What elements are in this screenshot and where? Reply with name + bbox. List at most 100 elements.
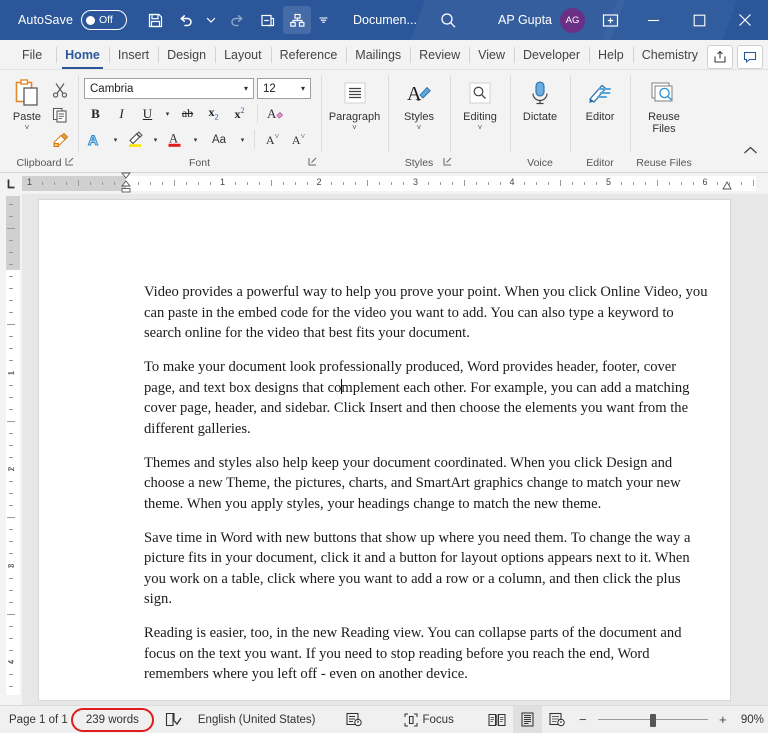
horizontal-ruler[interactable]: 1 1 2 3 4 5 6	[22, 172, 756, 193]
tab-view[interactable]: View	[469, 41, 514, 69]
highlight-chevron-down-icon[interactable]: ▾	[150, 136, 161, 144]
minimize-icon[interactable]	[630, 0, 676, 40]
proofing-check-icon[interactable]	[158, 706, 189, 733]
tab-home[interactable]: Home	[56, 41, 109, 69]
ribbon-display-options-icon[interactable]	[601, 11, 620, 30]
styles-button[interactable]: A Styles ˅	[394, 75, 444, 132]
tab-review[interactable]: Review	[410, 41, 469, 69]
tab-mailings[interactable]: Mailings	[346, 41, 410, 69]
tab-insert[interactable]: Insert	[108, 41, 158, 69]
font-color-chevron-down-icon[interactable]: ▾	[190, 136, 201, 144]
paragraph-2[interactable]: To make your document look professionall…	[144, 357, 710, 439]
account-area[interactable]: AP Gupta AG	[498, 7, 585, 33]
hierarchy-icon[interactable]	[283, 6, 312, 34]
paragraph-5[interactable]: Reading is easier, too, in the new Readi…	[144, 623, 710, 685]
superscript-button[interactable]: x2	[228, 102, 251, 125]
tab-layout[interactable]: Layout	[215, 41, 271, 69]
autosave-toggle[interactable]: Off	[81, 10, 128, 30]
avatar[interactable]: AG	[560, 7, 585, 33]
text-highlight-icon[interactable]	[124, 128, 147, 151]
paste-button[interactable]: Paste ˅	[6, 75, 48, 132]
tab-developer[interactable]: Developer	[514, 41, 589, 69]
underline-button[interactable]: U	[136, 102, 159, 125]
web-layout-icon[interactable]	[542, 706, 572, 733]
undo-icon[interactable]	[171, 6, 199, 34]
bold-button[interactable]: B	[84, 102, 107, 125]
page-indicator[interactable]: Page 1 of 1	[0, 706, 77, 733]
editing-chevron-icon[interactable]: ˅	[478, 123, 483, 132]
font-name-chevron-down-icon[interactable]: ▾	[241, 84, 251, 93]
font-size-combobox[interactable]: 12 ▾	[257, 78, 311, 99]
tab-file[interactable]: File	[8, 41, 56, 69]
editor-button[interactable]: Editor	[576, 75, 624, 123]
shrink-font-icon[interactable]: A˅	[287, 128, 310, 151]
subscript-button[interactable]: x2	[202, 102, 225, 125]
font-size-chevron-down-icon[interactable]: ▾	[298, 84, 308, 93]
maximize-icon[interactable]	[676, 0, 722, 40]
zoom-slider[interactable]	[597, 713, 708, 727]
font-selectors-row: Cambria ▾ 12 ▾	[84, 78, 311, 99]
font-dialog-launcher-icon[interactable]	[308, 157, 317, 166]
document-text[interactable]: Video provides a powerful way to help yo…	[144, 282, 710, 698]
change-case-icon[interactable]: Aa	[204, 128, 234, 151]
right-indent-marker[interactable]	[722, 181, 732, 193]
tab-help[interactable]: Help	[589, 41, 633, 69]
tab-view-label: View	[478, 48, 506, 62]
print-layout-icon[interactable]	[512, 705, 542, 733]
chevron-up-icon[interactable]	[743, 145, 758, 156]
clear-formatting-icon[interactable]: A	[264, 102, 287, 125]
focus-mode-label: Focus	[422, 713, 454, 726]
tab-design[interactable]: Design	[158, 41, 215, 69]
paragraph-chevron-icon[interactable]: ˅	[352, 123, 357, 132]
word-count[interactable]: 239 words	[77, 706, 148, 733]
paragraph-4[interactable]: Save time in Word with new buttons that …	[144, 528, 710, 610]
zoom-slider-thumb[interactable]	[649, 713, 656, 727]
tab-chemistry[interactable]: Chemistry	[632, 41, 707, 69]
cut-icon[interactable]	[48, 78, 72, 102]
paragraph-1[interactable]: Video provides a powerful way to help yo…	[144, 282, 710, 344]
comments-icon[interactable]	[737, 45, 763, 69]
paste-chevron-icon[interactable]: ˅	[25, 123, 30, 132]
redo-icon[interactable]	[223, 6, 251, 34]
search-icon[interactable]	[439, 11, 458, 30]
read-mode-icon[interactable]	[481, 706, 513, 733]
strikethrough-button[interactable]: ab	[176, 102, 199, 125]
font-name-combobox[interactable]: Cambria ▾	[84, 78, 254, 99]
document-title[interactable]: Documen...	[353, 13, 417, 27]
undo-dropdown-icon[interactable]	[201, 6, 221, 34]
focus-mode-button[interactable]: Focus	[395, 706, 463, 733]
editing-button[interactable]: Editing ˅	[456, 75, 504, 132]
first-line-indent-marker[interactable]	[121, 172, 131, 194]
italic-button[interactable]: I	[110, 102, 133, 125]
accessibility-checker-icon[interactable]	[339, 706, 369, 733]
underline-chevron-down-icon[interactable]: ▾	[162, 110, 173, 118]
paragraph-button[interactable]: Paragraph ˅	[328, 75, 382, 132]
paragraph-3[interactable]: Themes and styles also help keep your do…	[144, 453, 710, 515]
document-area[interactable]: Video provides a powerful way to help yo…	[22, 194, 768, 705]
language-indicator[interactable]: English (United States)	[189, 706, 325, 733]
customize-icon[interactable]	[253, 6, 281, 34]
zoom-out-button[interactable]: −	[572, 712, 594, 727]
font-color-icon[interactable]: A	[164, 128, 187, 151]
styles-chevron-icon[interactable]: ˅	[417, 123, 422, 132]
close-icon[interactable]	[722, 0, 768, 40]
clipboard-dialog-launcher-icon[interactable]	[65, 157, 74, 166]
zoom-in-button[interactable]: +	[712, 712, 734, 727]
share-icon[interactable]	[707, 45, 733, 69]
grow-font-icon[interactable]: A˅	[261, 128, 284, 151]
copy-icon[interactable]	[48, 103, 72, 127]
document-page[interactable]: Video provides a powerful way to help yo…	[39, 200, 730, 700]
text-effects-chevron-down-icon[interactable]: ▾	[110, 136, 121, 144]
more-commands-icon[interactable]	[313, 6, 333, 34]
zoom-level-label[interactable]: 90%	[734, 714, 768, 726]
left-tab-stop-icon[interactable]	[0, 173, 22, 195]
reuse-files-button[interactable]: Reuse Files	[637, 75, 691, 135]
editor-group-label: Editor	[570, 154, 630, 172]
vertical-ruler[interactable]: 1 2 3 4	[0, 194, 22, 705]
tab-reference[interactable]: Reference	[270, 41, 347, 69]
format-painter-icon[interactable]	[48, 128, 72, 152]
text-effects-icon[interactable]: A	[84, 128, 107, 151]
dictate-button[interactable]: Dictate	[516, 75, 564, 123]
change-case-chevron-down-icon[interactable]: ▾	[237, 136, 248, 144]
save-icon[interactable]	[141, 6, 169, 34]
